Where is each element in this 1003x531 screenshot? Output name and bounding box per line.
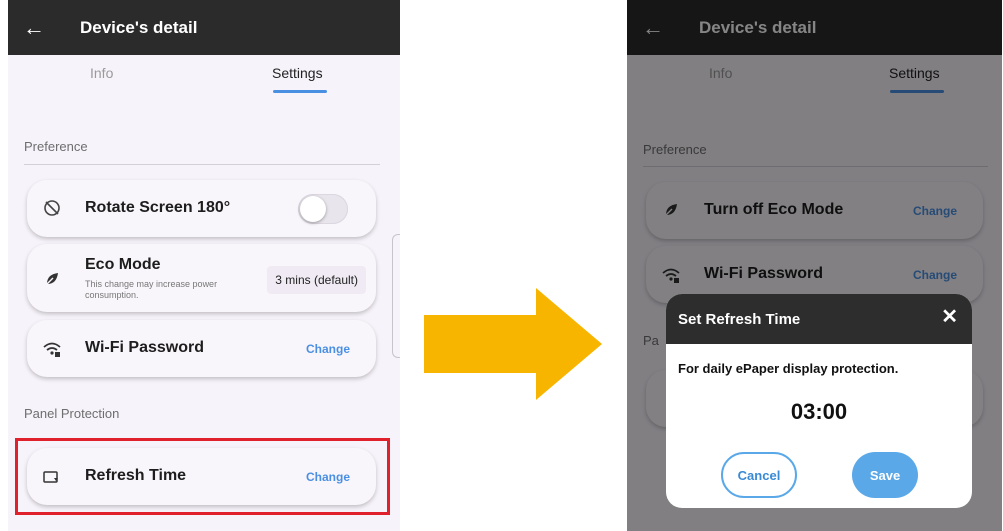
rotate-screen-label: Rotate Screen 180° — [85, 199, 231, 216]
save-button[interactable]: Save — [852, 452, 918, 498]
highlight-box — [15, 438, 390, 515]
divider — [24, 164, 380, 165]
eco-leaf-icon — [41, 268, 63, 290]
rotate-screen-card[interactable]: Rotate Screen 180° — [27, 180, 376, 237]
right-screen: ← Device's detail Info Settings Preferen… — [627, 0, 1002, 531]
tab-info[interactable]: Info — [90, 65, 113, 81]
wifi-change-link[interactable]: Change — [306, 342, 350, 356]
page-title: Device's detail — [80, 17, 198, 37]
scroll-indicator — [392, 234, 400, 358]
left-screen: ← Device's detail Info Settings Preferen… — [8, 0, 400, 531]
refresh-time-value[interactable]: 03:00 — [666, 399, 972, 425]
close-icon[interactable]: ✕ — [941, 307, 958, 327]
tab-bar: Info Settings — [8, 56, 400, 96]
dialog-title: Set Refresh Time — [678, 310, 801, 328]
eco-mode-label: Eco Mode — [85, 256, 161, 273]
tab-indicator — [273, 90, 327, 93]
eco-mode-value[interactable]: 3 mins (default) — [267, 266, 366, 294]
section-panel-protection: Panel Protection — [24, 406, 120, 421]
eco-mode-description: This change may increase power consumpti… — [85, 279, 218, 300]
dialog-header: Set Refresh Time ✕ — [666, 294, 972, 344]
tab-settings[interactable]: Settings — [272, 65, 323, 81]
toggle-knob — [300, 196, 326, 222]
set-refresh-time-dialog: Set Refresh Time ✕ For daily ePaper disp… — [666, 294, 972, 508]
rotate-screen-toggle[interactable] — [298, 194, 348, 224]
section-preference: Preference — [24, 139, 88, 154]
rotate-icon — [41, 197, 63, 219]
arrow-right-icon — [424, 288, 602, 400]
eco-mode-card[interactable]: Eco Mode This change may increase power … — [27, 244, 376, 312]
wifi-lock-icon — [41, 338, 63, 360]
cancel-button[interactable]: Cancel — [721, 452, 797, 498]
app-bar: ← Device's detail — [8, 0, 400, 55]
arrow-left-icon[interactable]: ← — [8, 16, 60, 39]
dialog-description: For daily ePaper display protection. — [678, 361, 899, 376]
wifi-password-label: Wi-Fi Password — [85, 339, 204, 356]
wifi-password-card[interactable]: Wi-Fi Password Change — [27, 320, 376, 377]
